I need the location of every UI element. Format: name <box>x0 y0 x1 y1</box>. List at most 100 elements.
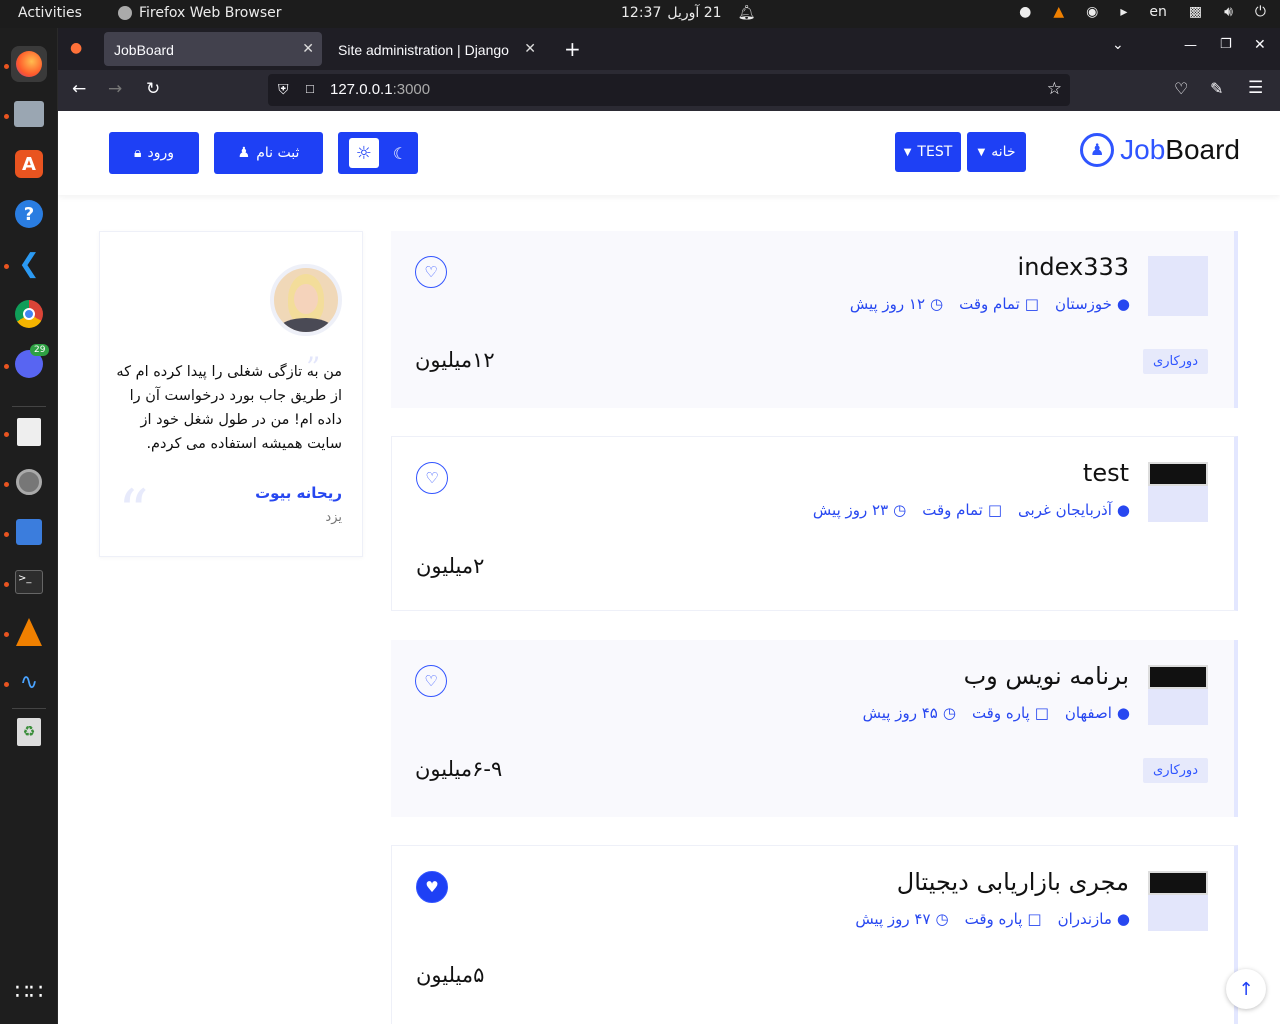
job-type: پاره وقت <box>971 704 1030 722</box>
url-host: 127.0.0.1 <box>330 81 393 98</box>
close-window-icon[interactable]: ✕ <box>1254 37 1266 53</box>
job-type: تمام وقت <box>922 501 983 519</box>
site-logo[interactable]: ♟ JobBoard <box>1080 133 1240 167</box>
company-logo <box>1148 462 1208 522</box>
bookmark-star-icon[interactable]: ☆ <box>1047 79 1062 99</box>
terminal-dock-icon[interactable]: >_ <box>11 564 47 600</box>
software-dock-icon[interactable]: A <box>11 146 47 182</box>
firefox-view-icon[interactable]: ● <box>70 40 82 56</box>
os-top-bar: Activities Firefox Web Browser 12:37 21 … <box>0 0 1280 28</box>
disk-dock-icon[interactable] <box>11 464 47 500</box>
job-title[interactable]: index333 <box>1018 253 1129 281</box>
kali-dock-icon[interactable]: ∿ <box>11 664 47 700</box>
trash-dock-icon[interactable]: ♻ <box>11 714 47 750</box>
discord-badge: 29 <box>30 344 50 356</box>
job-card[interactable]: برنامه نویس وب ● اصفهان □ پاره وقت ◷ ۴۵ روز… <box>391 640 1238 817</box>
vscode-dock-icon[interactable]: ❮ <box>11 246 47 282</box>
job-location: اصفهان <box>1064 704 1112 722</box>
favorite-heart-icon[interactable]: ♡ <box>416 462 448 494</box>
favorite-heart-icon[interactable]: ♡ <box>415 256 447 288</box>
bookmark-icon: □ <box>987 501 1003 519</box>
tab-bar: ● JobBoard ✕ Site administration | Djang… <box>58 28 1280 70</box>
favorite-heart-icon[interactable]: ♡ <box>415 665 447 697</box>
favorite-heart-icon[interactable]: ♥ <box>416 871 448 903</box>
forward-icon[interactable]: → <box>108 79 122 99</box>
power-icon: ⏻ <box>1254 4 1266 20</box>
menu-icon[interactable]: ☰ <box>1248 78 1263 98</box>
job-posted: ۱۲ روز پیش <box>849 295 926 313</box>
map-pin-icon: ● <box>1116 704 1130 722</box>
register-label: ثبت نام <box>256 145 300 161</box>
vlc-dock-icon[interactable] <box>11 614 47 650</box>
map-pin-icon: ● <box>1116 501 1130 519</box>
tab-label: JobBoard <box>114 42 174 58</box>
clock-time: 12:37 <box>621 5 662 21</box>
system-tray[interactable]: ● ▲ ◉ ▸ en ▩ 🔊︎ ⏻ <box>1019 4 1266 20</box>
network-icon: ▩ <box>1188 4 1203 20</box>
avatar <box>270 264 342 336</box>
job-card[interactable]: index333 ● خوزستان □ تمام وقت ◷ ۱۲ روز پیش … <box>391 231 1238 408</box>
close-tab-icon[interactable]: ✕ <box>520 40 536 57</box>
job-meta: ● مازندران □ پاره وقت ◷ ۴۷ روز پیش <box>855 910 1130 928</box>
page-icon: □ <box>306 81 314 96</box>
bookmark-icon: □ <box>1024 295 1039 313</box>
address-bar[interactable]: ⛨ □ 127.0.0.1:3000 ☆ <box>268 74 1070 106</box>
dock: A ? ❮ 29 >_ ∿ ♻ ∷∷ <box>0 28 58 1024</box>
chrome-dock-icon[interactable] <box>11 296 47 332</box>
register-button[interactable]: ♟ ثبت نام <box>214 132 323 174</box>
pocket-icon[interactable]: ♡ <box>1174 79 1188 98</box>
url-port: :3000 <box>392 81 431 98</box>
volume-icon: 🔊︎ <box>1224 4 1233 20</box>
nav-test-dropdown[interactable]: ▼ TEST <box>895 132 961 172</box>
job-title[interactable]: test <box>1083 459 1129 487</box>
clock[interactable]: 12:37 21 آوریل 🔔︎ <box>621 5 755 21</box>
activities-button[interactable]: Activities <box>18 5 82 21</box>
nav-home-dropdown[interactable]: ▼ خانه <box>967 132 1026 172</box>
target-user-icon: ♟ <box>1080 133 1115 167</box>
shield-icon: ⛨ <box>278 81 289 97</box>
language-indicator[interactable]: en <box>1149 4 1167 20</box>
text-editor-dock-icon[interactable] <box>11 414 47 450</box>
job-title[interactable]: برنامه نویس وب <box>964 662 1129 690</box>
firefox-dock-icon[interactable] <box>11 46 47 82</box>
list-tabs-icon[interactable]: ⌄ <box>1112 37 1124 53</box>
login-button[interactable]: 🔒︎ ورود <box>109 132 199 174</box>
app-grid-icon[interactable]: ∷∷ <box>11 974 47 1010</box>
job-posted: ۴۵ روز پیش <box>862 704 938 722</box>
tab-jobboard[interactable]: JobBoard ✕ <box>104 32 322 66</box>
vlc-tray-icon: ▲ <box>1053 4 1065 20</box>
back-icon[interactable]: ← <box>72 79 86 99</box>
camera-icon: ● <box>1019 4 1032 20</box>
job-salary: ۵میلیون <box>416 963 485 987</box>
files-dock-icon[interactable] <box>11 96 47 132</box>
sun-icon[interactable]: ☼ <box>348 138 379 168</box>
job-title[interactable]: مجری بازاریابی دیجیتال <box>897 868 1129 896</box>
reload-icon[interactable]: ↻ <box>146 79 160 99</box>
login-label: ورود <box>147 145 174 161</box>
discord-tray-icon: ◉ <box>1086 4 1099 20</box>
restore-icon[interactable]: ❐ <box>1220 37 1232 52</box>
job-card[interactable]: مجری بازاریابی دیجیتال ● مازندران □ پاره و… <box>391 845 1238 1024</box>
moon-icon[interactable]: ☾ <box>393 144 407 163</box>
app-menu[interactable]: Firefox Web Browser <box>118 5 282 21</box>
lock-icon: 🔒︎ <box>134 145 142 161</box>
tray-app-icon: ▸ <box>1120 4 1128 20</box>
job-card[interactable]: test ● آذربایجان غربی □ تمام وقت ◷ ۲۳ روز پ… <box>391 436 1238 611</box>
tab-django-admin[interactable]: Site administration | Django ✕ <box>328 32 544 66</box>
minimize-icon[interactable]: — <box>1184 38 1197 53</box>
bookmark-icon: □ <box>1034 704 1049 722</box>
scroll-to-top-button[interactable]: ↑ <box>1226 969 1266 1009</box>
testimonial-card: ” من به تازگی شغلی را پیدا کرده ام که از… <box>99 231 363 557</box>
theme-toggle[interactable]: ☼ ☾ <box>338 132 418 174</box>
tasks-dock-icon[interactable] <box>11 514 47 550</box>
testimonial-text: من به تازگی شغلی را پیدا کرده ام که از ط… <box>116 364 342 452</box>
extensions-icon[interactable]: ✎ <box>1210 79 1223 98</box>
tab-label: Site administration | Django <box>338 42 509 58</box>
job-meta: ● آذربایجان غربی □ تمام وقت ◷ ۲۳ روز پیش <box>813 501 1130 519</box>
new-tab-icon[interactable]: + <box>564 37 581 61</box>
job-salary: ۲میلیون <box>416 554 485 578</box>
close-tab-icon[interactable]: ✕ <box>302 40 314 57</box>
browser-window: ● JobBoard ✕ Site administration | Djang… <box>58 28 1280 1024</box>
help-dock-icon[interactable]: ? <box>11 196 47 232</box>
company-logo <box>1148 871 1208 931</box>
